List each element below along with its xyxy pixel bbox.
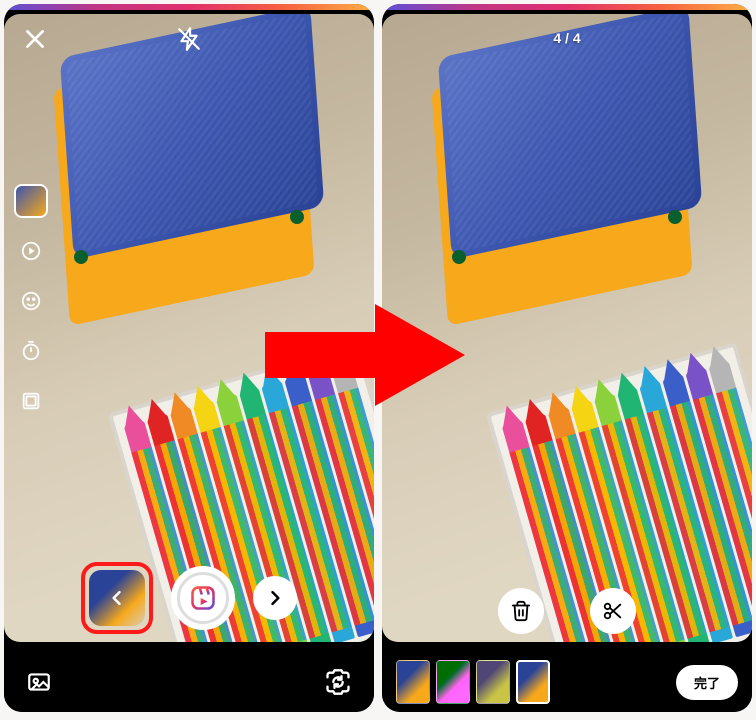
edit-preview — [382, 14, 752, 642]
close-button[interactable] — [22, 26, 48, 52]
photo-counter: 4 / 4 — [553, 30, 580, 46]
create-mode-thumb[interactable] — [14, 184, 48, 218]
delete-button[interactable] — [498, 588, 544, 634]
flash-off-icon — [176, 26, 202, 52]
timer-icon — [20, 340, 42, 362]
top-controls — [4, 20, 374, 64]
trim-button[interactable] — [590, 588, 636, 634]
next-button[interactable] — [253, 576, 297, 620]
trash-icon — [510, 600, 532, 622]
reels-icon — [189, 584, 217, 612]
photo-object-dot — [290, 210, 304, 224]
gallery-button[interactable] — [26, 669, 52, 695]
bottom-nav-bar — [4, 652, 374, 712]
preview-thumb-button[interactable] — [89, 570, 145, 626]
clip-thumb[interactable] — [396, 660, 430, 704]
story-progress-bar — [4, 4, 374, 10]
camera-preview — [4, 14, 374, 642]
sparkle-icon — [20, 290, 42, 312]
capture-row — [4, 562, 374, 634]
clip-thumb[interactable] — [436, 660, 470, 704]
chevron-left-icon — [107, 588, 127, 608]
switch-camera-button[interactable] — [324, 668, 352, 696]
timer-button[interactable] — [14, 334, 48, 368]
switch-camera-icon — [324, 668, 352, 696]
layout-icon — [20, 390, 42, 412]
clip-thumb[interactable] — [476, 660, 510, 704]
story-progress-bar — [382, 4, 752, 10]
capture-screen — [4, 4, 374, 712]
layout-button[interactable] — [14, 384, 48, 418]
effects-button[interactable] — [14, 284, 48, 318]
done-button[interactable]: 完了 — [676, 665, 738, 700]
flash-toggle-button[interactable] — [176, 26, 202, 52]
side-tool-rail — [14, 184, 48, 418]
boomerang-button[interactable] — [14, 234, 48, 268]
boomerang-icon — [20, 240, 42, 262]
record-button[interactable] — [171, 566, 235, 630]
edit-action-row — [382, 588, 752, 634]
reels-icon-wrap — [177, 572, 229, 624]
edit-screen: 4 / 4 完了 — [382, 4, 752, 712]
photo-object-dot — [668, 210, 682, 224]
thumbnail-row: 完了 — [382, 652, 752, 712]
scissors-icon — [602, 600, 624, 622]
chevron-right-icon — [265, 588, 285, 608]
preview-thumb-highlight — [81, 562, 153, 634]
clip-thumb-selected[interactable] — [516, 660, 550, 704]
gallery-icon — [26, 669, 52, 695]
close-icon — [22, 26, 48, 52]
top-controls: 4 / 4 — [382, 20, 752, 64]
